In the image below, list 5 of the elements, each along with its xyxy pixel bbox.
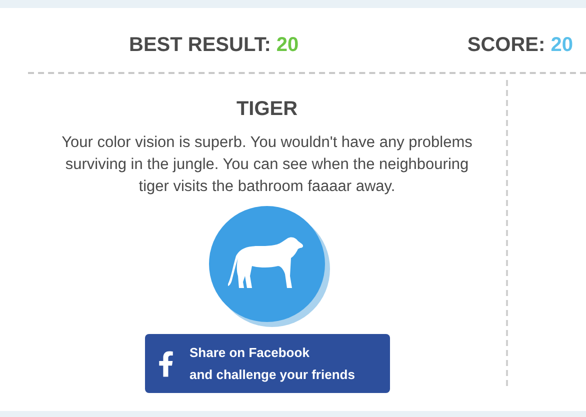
score-label: SCORE: 20 [467,33,573,58]
result-title: TIGER [236,97,298,122]
result-description: Your color vision is superb. You wouldn't have any problems surviving in the jungle. You can see when the neighbouring tiger visits the bathroom faaaar away. [60,133,474,197]
score-label: BEST RESULT: 20 [129,33,299,58]
share-facebook-button[interactable]: Share on Facebook and challenge your friends [144,334,390,393]
